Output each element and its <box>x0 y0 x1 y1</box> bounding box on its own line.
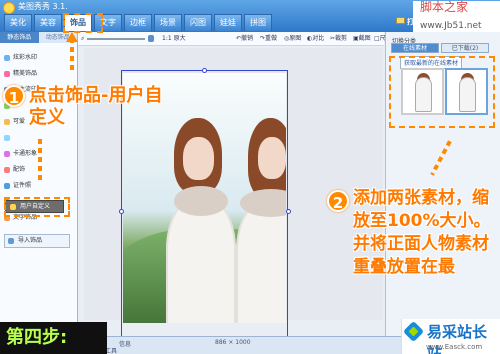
callout-arrow-down <box>38 139 42 184</box>
category-icon <box>4 135 10 141</box>
main-menu: 美化 美容 饰品 文字 边框 场景 闪图 娃娃 拼图 <box>4 14 272 31</box>
info-label: 信息 <box>119 341 132 348</box>
category-icon <box>4 55 10 61</box>
screenshot-button[interactable]: ▣截图 <box>353 33 371 45</box>
category-icon <box>4 119 10 125</box>
import-accessory-button[interactable]: 导入饰品 <box>4 234 70 248</box>
callout-arrow-up <box>70 38 74 73</box>
app-icon <box>3 2 15 14</box>
meitu-window: 美图秀秀 3.1. 美化 美容 饰品 文字 边框 场景 闪图 娃娃 拼图 打开 … <box>0 0 500 354</box>
tab-scene[interactable]: 场景 <box>154 14 182 31</box>
redo-button[interactable]: ↷重做 <box>260 33 277 45</box>
callout-step-one: 点击饰品-用户自定义 <box>29 85 163 128</box>
tab-static-accessories[interactable]: 静态饰品 <box>0 32 39 43</box>
sidebar-item[interactable]: 精美饰品 <box>0 66 77 82</box>
material-tabs: 在线素材 已下载(2) <box>391 43 489 53</box>
easck-logo-icon <box>402 320 425 343</box>
category-icon <box>4 167 10 173</box>
jb51-watermark: 脚本之家 www.Jb51.net <box>413 1 500 32</box>
tab-beauty[interactable]: 美容 <box>34 14 62 31</box>
category-icon <box>4 183 10 189</box>
accessory-sidebar: 静态饰品 动态饰品 炫彩水印 精美饰品 非主流印 可爱 卡通形象 配饰 证件照 … <box>0 32 78 336</box>
side-person-material[interactable] <box>236 118 286 323</box>
tab-downloaded-materials[interactable]: 已下载(2) <box>441 43 489 53</box>
import-icon <box>8 238 14 244</box>
folder-icon <box>396 17 405 24</box>
window-title: 美图秀秀 3.1. <box>18 2 68 11</box>
reset-button[interactable]: ◎原图 <box>284 33 301 45</box>
tab-beautify[interactable]: 美化 <box>4 14 32 31</box>
category-icon <box>4 151 10 157</box>
watermark-cn: 脚本之家 <box>420 0 469 14</box>
step-number-one: 1 <box>3 85 25 107</box>
callout-highlight-tab <box>63 13 103 33</box>
callout-highlight-materials <box>389 56 495 128</box>
tab-border[interactable]: 边框 <box>124 14 152 31</box>
zoom-slider[interactable] <box>87 38 145 40</box>
zoom-icon[interactable]: ⌕ <box>81 33 84 45</box>
zoom-slider-knob[interactable] <box>148 35 154 42</box>
front-person-material[interactable] <box>166 118 236 323</box>
easck-watermark: 易采站长站 www.Easck.com <box>401 319 500 354</box>
original-size-button[interactable]: 1:1 原大 <box>162 33 186 45</box>
arrow-head-up <box>66 32 78 42</box>
tab-online-materials[interactable]: 在线素材 <box>391 43 439 53</box>
tab-doll[interactable]: 娃娃 <box>214 14 242 31</box>
step-banner: 第四步: <box>0 322 107 354</box>
editor-toolbar: ⌕ 1:1 原大 ↶撤销 ↷重做 ◎原图 ◐对比 ✂裁剪 ▣截图 □尺寸 <box>78 32 392 46</box>
tab-collage[interactable]: 拼图 <box>244 14 272 31</box>
sidebar-item[interactable]: 炫彩水印 <box>0 50 77 66</box>
watermark-url: www.Jb51.net <box>420 21 482 31</box>
compare-button[interactable]: ◐对比 <box>307 33 324 45</box>
undo-button[interactable]: ↶撤销 <box>236 33 253 45</box>
callout-highlight-custom <box>4 197 70 217</box>
category-icon <box>4 71 10 77</box>
step-number-two: 2 <box>327 190 349 212</box>
crop-button[interactable]: ✂裁剪 <box>330 33 347 45</box>
tab-flash[interactable]: 闪图 <box>184 14 212 31</box>
image-dimension: 886 × 1000 <box>215 339 251 346</box>
easck-domain: www.Easck.com <box>426 343 483 351</box>
original-size-icon: 1:1 <box>162 35 174 42</box>
